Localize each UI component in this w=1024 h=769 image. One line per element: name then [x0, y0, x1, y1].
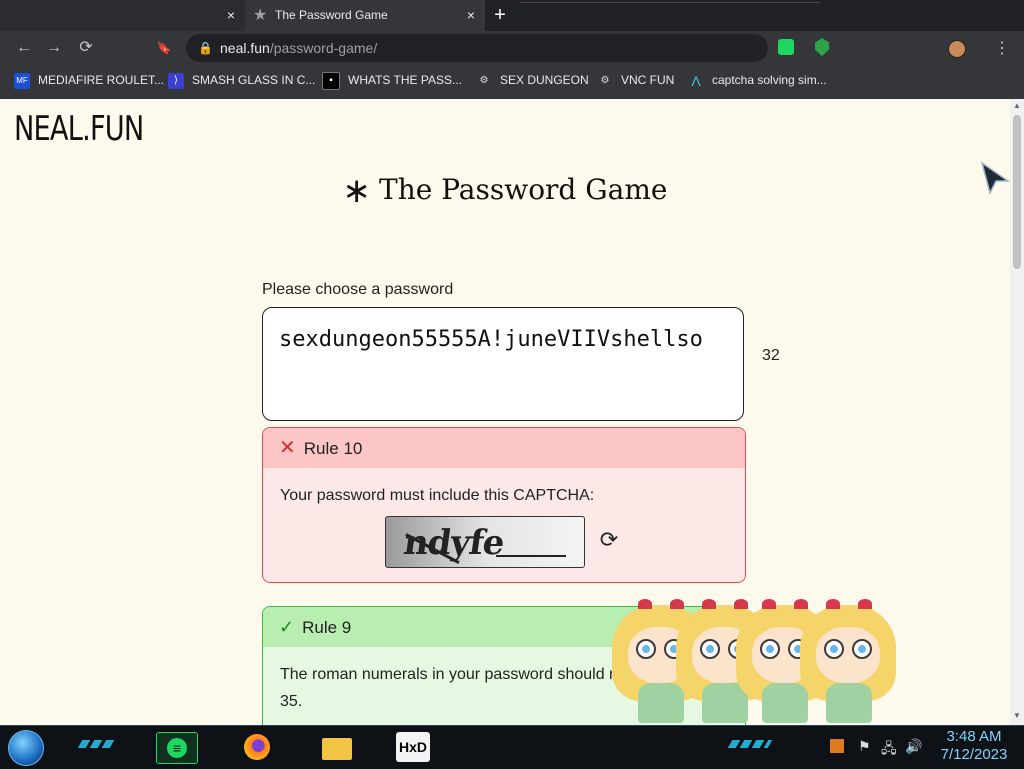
- bookmarks-bar: MF MEDIAFIRE ROULET... ⟩ SMASH GLASS IN C.…: [0, 65, 1024, 100]
- bookmark-vnc-fun[interactable]: ⚙ VNC FUN: [597, 65, 675, 99]
- hxd-taskbar-button[interactable]: HxD: [396, 732, 430, 762]
- url-path: /password-game/: [269, 40, 378, 56]
- rule-card-failed: ✕ Rule 10 Your password must include this…: [262, 427, 746, 583]
- close-tab-icon[interactable]: ×: [467, 0, 475, 31]
- start-button[interactable]: [8, 730, 44, 766]
- star-favicon-icon: ★: [253, 7, 268, 24]
- bookmark-label: MEDIAFIRE ROULET...: [38, 73, 165, 87]
- forward-icon[interactable]: →: [44, 38, 64, 58]
- page-title: ∗ The Password Game: [0, 171, 1010, 211]
- site-logo[interactable]: NEAL.FUN: [14, 109, 144, 149]
- spotify-taskbar-button[interactable]: ≡: [156, 732, 198, 764]
- refresh-captcha-icon[interactable]: ⟳: [597, 528, 621, 552]
- captcha-image: ndyfe: [385, 516, 585, 568]
- flag-icon[interactable]: ⚑: [858, 738, 871, 755]
- volume-icon[interactable]: 🔊: [905, 738, 922, 755]
- file-explorer-taskbar-button[interactable]: [318, 732, 358, 762]
- gear-icon: ⚙: [479, 74, 489, 86]
- captcha-underline: [496, 555, 566, 557]
- chevron-icon: ⟩: [168, 72, 184, 89]
- profile-avatar[interactable]: [948, 40, 966, 58]
- mouse-cursor-icon: [980, 161, 1010, 195]
- asterisk-icon: ∗: [342, 171, 372, 211]
- bookmark-whats-the-password[interactable]: ▪ WHATS THE PASS...: [322, 65, 462, 99]
- tab-strip-decoration: [520, 2, 820, 7]
- lambda-icon: Λ: [691, 72, 701, 89]
- character-stickers: [612, 599, 902, 725]
- rule-title: Rule 9: [302, 618, 352, 637]
- bookmark-sex-dungeon[interactable]: ⚙ SEX DUNGEON: [476, 65, 589, 99]
- reload-icon[interactable]: ⟳: [76, 38, 96, 58]
- bookmark-label: VNC FUN: [621, 73, 675, 87]
- bookmark-label: SMASH GLASS IN C...: [192, 73, 316, 87]
- rule-title: Rule 10: [303, 439, 363, 458]
- page-title-text: The Password Game: [379, 173, 668, 206]
- gear-icon: ⚙: [600, 74, 610, 86]
- system-clock[interactable]: 3:48 AM 7/12/2023: [934, 728, 1014, 764]
- tab-title: The Password Game: [275, 8, 388, 22]
- back-icon[interactable]: ←: [14, 38, 34, 58]
- captcha-text: ndyfe: [401, 523, 507, 563]
- password-prompt-label: Please choose a password: [262, 281, 454, 298]
- tab-strip: × ★ The Password Game × +: [0, 0, 1024, 31]
- url-host: neal.fun: [220, 40, 270, 56]
- taskbar-decoration: [77, 740, 117, 748]
- firefox-taskbar-button[interactable]: [240, 732, 280, 762]
- bookmark-mediafire-roulette[interactable]: MF MEDIAFIRE ROULET...: [14, 65, 164, 99]
- clock-time: 3:48 AM: [946, 728, 1002, 745]
- checkmark-icon: ✓: [279, 617, 295, 637]
- tab-1[interactable]: ×: [0, 0, 245, 31]
- scrollbar-thumb[interactable]: [1013, 115, 1021, 269]
- bookmark-smash-glass[interactable]: ⟩ SMASH GLASS IN C...: [168, 65, 315, 99]
- spotify-icon: ≡: [167, 738, 187, 758]
- rule-body: Your password must include this CAPTCHA:: [280, 487, 595, 504]
- square-icon: ▪: [322, 71, 340, 90]
- taskbar-decoration: [727, 740, 773, 748]
- bookmark-icon[interactable]: 🔖: [154, 38, 174, 58]
- bookmark-label: WHATS THE PASS...: [348, 73, 463, 87]
- browser-toolbar: ← → ⟳ 🔖 🔒 neal.fun/password-game/ ⋮: [0, 31, 1024, 65]
- rule-header: ✕ Rule 10: [263, 428, 745, 468]
- bookmark-label: captcha solving sim...: [712, 73, 827, 87]
- tray-app-icon[interactable]: [830, 739, 844, 753]
- address-bar[interactable]: 🔒 neal.fun/password-game/: [186, 34, 768, 62]
- page-scrollbar[interactable]: ▲ ▼: [1010, 99, 1024, 725]
- firefox-icon: [244, 734, 270, 760]
- mediafire-icon: MF: [14, 72, 30, 89]
- scroll-up-arrow-icon[interactable]: ▲: [1013, 101, 1021, 110]
- cross-icon: ✕: [279, 437, 296, 459]
- spotify-extension-icon[interactable]: [778, 39, 794, 55]
- web-page: NEAL.FUN ∗ The Password Game Please choos…: [0, 99, 1010, 725]
- password-input[interactable]: sexdungeon55555A!juneVIIVshellso: [262, 307, 744, 421]
- bookmark-label: SEX DUNGEON: [500, 73, 589, 87]
- close-tab-icon[interactable]: ×: [227, 0, 235, 31]
- shield-extension-icon[interactable]: [815, 38, 829, 56]
- network-icon[interactable]: 🖧: [881, 738, 897, 762]
- scroll-down-arrow-icon[interactable]: ▼: [1013, 711, 1021, 720]
- character-count: 32: [762, 347, 780, 364]
- file-explorer-icon: [322, 738, 352, 760]
- tab-password-game[interactable]: ★ The Password Game ×: [245, 0, 485, 31]
- clock-date: 7/12/2023: [940, 746, 1008, 763]
- lock-icon: 🔒: [198, 41, 213, 55]
- bookmark-captcha-solving[interactable]: Λcaptcha solving sim...: [688, 65, 827, 99]
- taskbar: ≡ HxD ⚑ 🖧 🔊 3:48 AM 7/12/2023: [0, 725, 1024, 769]
- character-sticker: [800, 599, 900, 725]
- browser-menu-icon[interactable]: ⋮: [994, 38, 1010, 58]
- new-tab-button[interactable]: +: [490, 5, 510, 25]
